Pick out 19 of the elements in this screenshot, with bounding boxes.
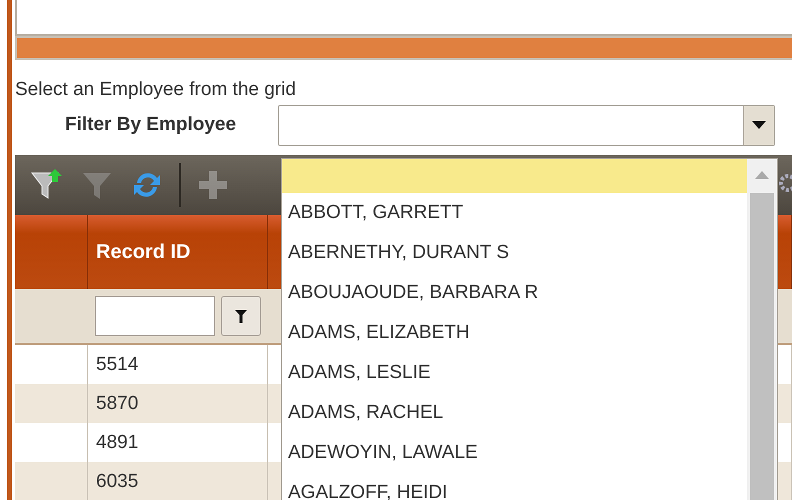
caret-icon	[752, 121, 766, 129]
gear-icon[interactable]	[778, 173, 792, 193]
filter-button[interactable]	[221, 296, 261, 336]
dropdown-button[interactable]	[743, 106, 774, 144]
list-item[interactable]: ADAMS, ELIZABETH	[282, 313, 747, 353]
list-item[interactable]: ADAMS, LESLIE	[282, 353, 747, 393]
filter-input[interactable]	[95, 296, 215, 336]
list-item[interactable]: ABOUJAOUDE, BARBARA R	[282, 273, 747, 313]
list-item[interactable]: ADEWOYIN, LAWALE	[282, 433, 747, 473]
list-item[interactable]: ABERNETHY, DURANT S	[282, 233, 747, 273]
table-cell: 6035	[88, 462, 268, 500]
scroll-up-icon[interactable]	[755, 171, 769, 179]
scrollbar-thumb[interactable]	[750, 193, 774, 500]
scrollbar[interactable]	[747, 159, 777, 500]
funnel-icon	[235, 310, 247, 322]
instruction-text: Select an Employee from the grid	[15, 79, 297, 101]
filter-label: Filter By Employee	[65, 114, 238, 136]
list-item[interactable]: ADAMS, RACHEL	[282, 393, 747, 433]
list-item[interactable]: ABBOTT, GARRETT	[282, 193, 747, 233]
